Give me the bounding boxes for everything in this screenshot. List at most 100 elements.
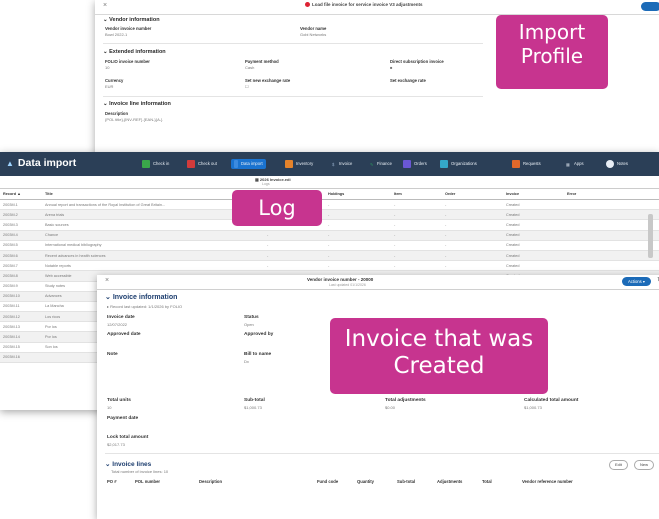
set-exchange-rate-checkbox[interactable]: ☐ [245,84,249,89]
log-cell [208,250,264,262]
log-table-row[interactable]: 2003M.5 International medical bibliograph… [0,240,659,251]
column-header[interactable]: Invoice [503,189,564,200]
log-cell: Created [503,250,564,262]
record-title-cell[interactable]: Annual report and transactions of the Ro… [42,199,208,211]
record-title-cell[interactable]: Basic sources [42,219,208,231]
sub-total-value: $1,000.73 [244,405,262,410]
vendor-name-label: Vendor name [300,26,327,31]
nav-check-in[interactable]: Check in [142,159,169,169]
log-cell: Created [503,219,564,231]
record-number-cell: 2003M.2 [0,209,42,221]
log-file-subtitle: Logs [262,182,270,186]
invoice-lines-column-header[interactable]: Adjustments [437,479,462,484]
nav-finance[interactable]: ✎ Finance [370,159,392,169]
record-number-cell: 2003M.11 [0,301,42,313]
log-cell: - [325,250,391,262]
nav-inventory[interactable]: Inventory [285,159,313,169]
record-title-cell[interactable]: Notable reports [42,260,208,272]
extended-information-heading[interactable]: ⌄ Extended information [103,49,166,55]
invoice-line-information-heading[interactable]: ⌄ Invoice line information [103,101,171,107]
log-cell: - [325,209,391,221]
log-table-row[interactable]: 2003M.4 Chance - - - - Created [0,230,659,241]
invoice-lines-title: Invoice lines [112,461,152,468]
log-scrollbar[interactable] [648,214,653,258]
log-cell: - [442,240,503,251]
vendor-information-heading[interactable]: ⌄ Vendor information [103,17,160,23]
log-cell: - [391,199,442,211]
nav-apps[interactable]: ▦ Apps [566,159,584,169]
record-title-cell[interactable]: Chance [42,230,208,241]
column-header[interactable]: Error [564,189,659,200]
nav-requests[interactable]: Requests [512,159,541,169]
log-cell: - [325,219,391,231]
column-header[interactable]: Record ▲ [0,189,42,200]
edit-button[interactable]: Edit [609,460,628,470]
log-cell [208,240,264,251]
column-header[interactable]: Holdings [325,189,391,200]
direct-subscription-checkbox[interactable]: ■ [390,65,392,70]
invoice-lines-column-header[interactable]: Fund code [317,479,338,484]
divider [103,43,483,44]
column-header[interactable]: Item [391,189,442,200]
invoice-date-value: 12/07/2022 [107,322,128,327]
log-table-row[interactable]: 2003M.2Arena trials----Created [0,209,659,221]
log-cell: - [442,219,503,231]
invoice-lines-header-row: PO # POL number Description Fund code Quanti… [107,479,659,488]
bill-to-name-label: Bill to name [244,352,272,357]
nav-label: Finance [377,161,392,166]
nav-user-menu[interactable]: Notes [606,159,628,169]
description-label: Description [105,111,129,116]
nav-orders[interactable]: Orders [403,159,427,169]
invoice-lines-column-header[interactable]: Description [199,479,222,484]
lock-total-amount-label: Lock total amount [107,435,149,440]
app-title[interactable]: ▲ Data import [6,157,76,169]
invoice-information-heading[interactable]: ⌄ Invoice information [105,293,177,301]
record-last-updated[interactable]: ▸ Record last updated: 1/1/2026 by FOLIO [107,304,182,309]
log-cell: - [442,230,503,241]
invoice-lines-column-header[interactable]: POL number [135,479,160,484]
log-table-row[interactable]: 2003M.3Basic sources----Created [0,219,659,231]
column-header[interactable]: Title [42,189,208,200]
invoice-lines-column-header[interactable]: Quantity [357,479,374,484]
log-cell: - [264,240,325,251]
log-table-row[interactable]: 2003M.6 Recent advances in health science… [0,250,659,262]
nav-check-out[interactable]: Check out [187,159,217,169]
calculated-total-value: $1,000.73 [524,405,542,410]
close-icon[interactable]: × [103,2,107,9]
log-cell: - [264,260,325,272]
calculated-total-label: Calculated total amount [524,398,579,403]
log-cell [208,230,264,241]
finance-icon: ✎ [370,161,374,167]
column-header[interactable]: Order [442,189,503,200]
log-cell: - [325,240,391,251]
record-title-cell[interactable]: International medical bibliography [42,240,208,251]
nav-label: Invoice [339,161,353,166]
nav-label: Notes [617,161,628,166]
invoice-lines-column-header[interactable]: PO # [107,479,117,484]
description-value: {POL title},{INV-REF} {EAN-}{A-} [105,117,163,122]
new-button[interactable]: New [634,460,655,470]
invoice-lines-column-header[interactable]: Sub-total [397,479,415,484]
nav-data-import[interactable]: Data import [231,159,266,169]
payment-method-value: Cash [245,65,255,70]
invoice-lines-column-header[interactable]: Vendor reference number [522,479,573,484]
vendor-information-title: Vendor information [109,17,160,23]
nav-invoice[interactable]: $ Invoice [332,159,352,169]
close-icon[interactable]: × [105,277,109,284]
profile-actions-button[interactable] [641,2,659,11]
nav-label: Check out [198,161,217,166]
record-number-cell: 2003M.1 [0,199,42,211]
log-table-row[interactable]: 2003M.7 Notable reports - - - - Created [0,260,659,272]
nav-organizations[interactable]: Organizations [440,159,477,169]
invoice-lines-column-header[interactable]: Total [482,479,492,484]
log-table-row[interactable]: 2003M.1 Annual report and transactions of… [0,199,659,211]
actions-button[interactable]: Actions ▾ [622,277,651,286]
record-title-cell[interactable]: Recent advances in health sciences [42,250,208,262]
log-cell: - [325,230,391,241]
nav-label: Requests [523,161,541,166]
invoice-lines-heading[interactable]: ⌄ Invoice lines [105,460,151,468]
log-cell: - [264,250,325,262]
record-title-cell[interactable]: Arena trials [42,209,208,221]
currency-label: Currency [105,78,124,83]
bill-to-name-value: Dx [244,359,249,364]
